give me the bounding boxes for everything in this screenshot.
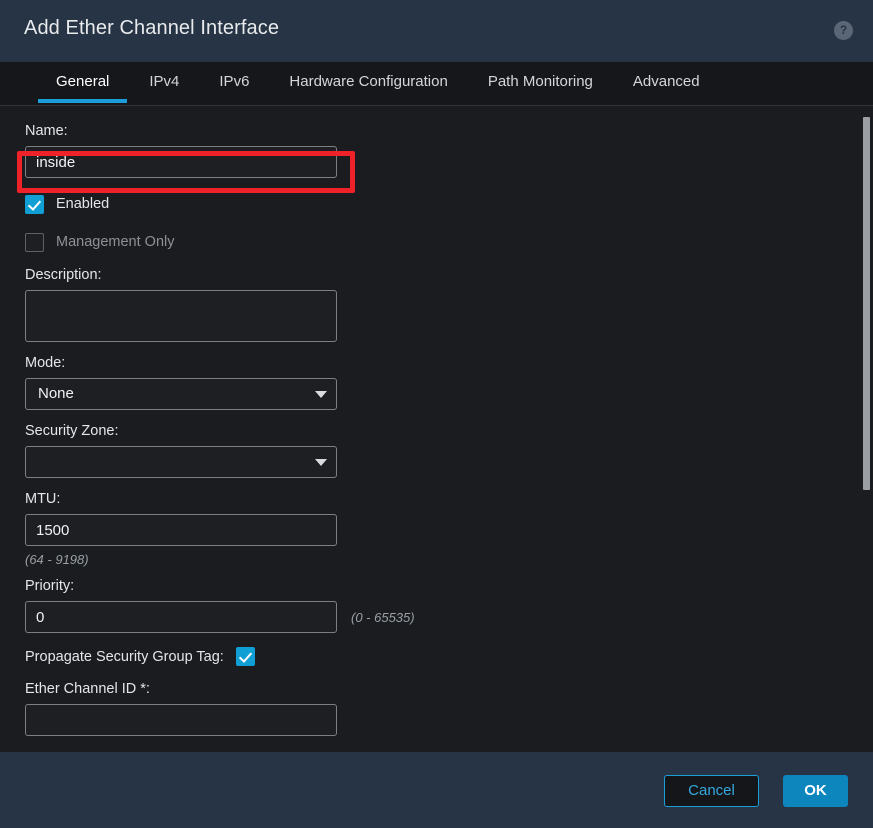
enabled-label: Enabled <box>56 196 110 212</box>
security-zone-label: Security Zone: <box>25 423 119 439</box>
priority-input[interactable] <box>25 601 337 633</box>
cancel-button[interactable]: Cancel <box>664 775 759 807</box>
propagate-sgt-checkbox[interactable] <box>235 647 255 666</box>
name-input[interactable] <box>25 146 337 178</box>
description-textarea[interactable] <box>25 290 337 342</box>
priority-row: (0 - 65535) <box>25 601 495 633</box>
description-label: Description: <box>25 267 102 283</box>
ok-button[interactable]: OK <box>783 775 848 807</box>
management-only-checkbox-row: Management Only <box>25 230 495 254</box>
help-circle-icon[interactable]: ? <box>834 21 853 40</box>
propagate-sgt-row[interactable]: Propagate Security Group Tag: <box>25 647 495 666</box>
security-zone-select[interactable] <box>25 446 337 478</box>
security-zone-select-wrap[interactable] <box>25 446 337 478</box>
general-form: Name: Enabled Management Only Descriptio… <box>25 122 495 736</box>
priority-label: Priority: <box>25 578 75 594</box>
ether-channel-id-input[interactable] <box>25 704 337 736</box>
dialog-title: Add Ether Channel Interface <box>24 17 280 39</box>
management-only-checkbox <box>25 232 44 252</box>
enabled-checkbox-row[interactable]: Enabled <box>25 192 495 216</box>
management-only-label: Management Only <box>56 234 175 250</box>
tab-path-monitoring[interactable]: Path Monitoring <box>468 62 613 106</box>
vertical-scrollbar-thumb[interactable] <box>863 117 870 490</box>
mode-label: Mode: <box>25 355 66 371</box>
tab-ipv6[interactable]: IPv6 <box>199 62 269 106</box>
dialog-footer: Cancel OK <box>0 752 873 828</box>
mtu-input[interactable] <box>25 514 337 546</box>
mode-select[interactable]: None <box>25 378 337 410</box>
mtu-label: MTU: <box>25 491 61 507</box>
priority-range-hint: (0 - 65535) <box>351 609 415 625</box>
name-label: Name: <box>25 123 68 139</box>
tab-hardware-configuration[interactable]: Hardware Configuration <box>269 62 467 106</box>
mtu-range-hint: (64 - 9198) <box>25 552 89 567</box>
tab-ipv4[interactable]: IPv4 <box>129 62 199 106</box>
dialog-header: Add Ether Channel Interface ? <box>0 0 873 62</box>
tab-bar: General IPv4 IPv6 Hardware Configuration… <box>0 62 873 106</box>
propagate-sgt-label: Propagate Security Group Tag: <box>25 648 224 665</box>
tab-advanced[interactable]: Advanced <box>613 62 720 106</box>
enabled-checkbox[interactable] <box>25 194 44 214</box>
ether-channel-id-label: Ether Channel ID *: <box>25 681 150 697</box>
tab-general[interactable]: General <box>36 62 129 106</box>
mode-select-wrap[interactable]: None <box>25 378 337 410</box>
dialog-body: Name: Enabled Management Only Descriptio… <box>0 106 873 752</box>
